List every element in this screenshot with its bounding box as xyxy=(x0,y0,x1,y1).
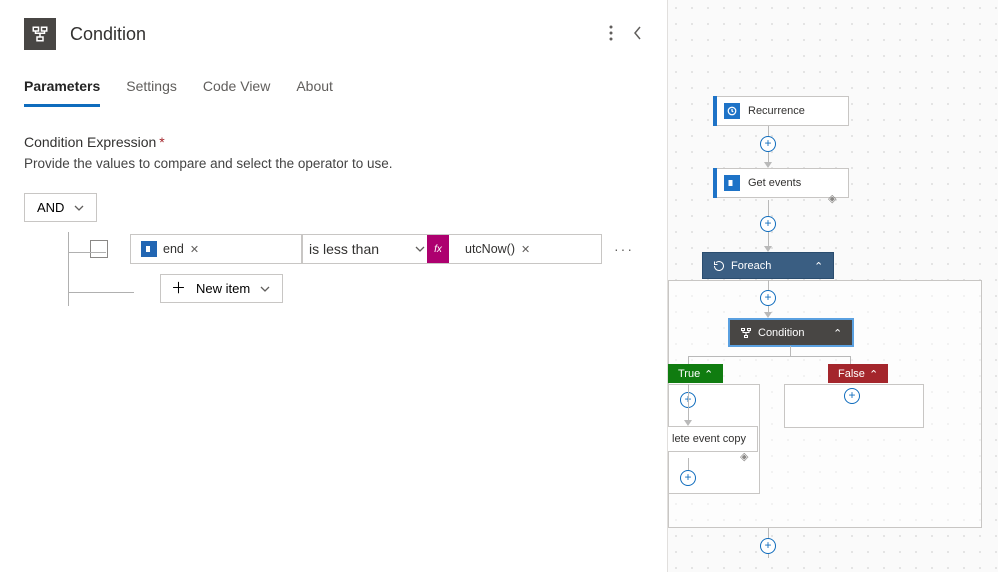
collapse-icon: ⌄ xyxy=(869,367,878,380)
branch-true-text: True xyxy=(678,368,700,380)
left-operand-input[interactable]: end ✕ xyxy=(130,234,302,264)
node-foreach[interactable]: Foreach ⌄ xyxy=(702,252,834,279)
tab-parameters[interactable]: Parameters xyxy=(24,78,100,107)
add-step-button[interactable]: + xyxy=(680,470,696,486)
node-condition[interactable]: Condition ⌄ xyxy=(728,318,854,347)
node-foreach-label: Foreach xyxy=(731,260,771,272)
flow-canvas[interactable]: Recurrence + Get events ◈ + Foreach ⌄ + … xyxy=(668,0,998,572)
connector-line xyxy=(688,356,850,357)
add-step-button[interactable]: + xyxy=(760,136,776,152)
section-description: Provide the values to compare and select… xyxy=(24,156,643,171)
peek-icon[interactable]: ◈ xyxy=(740,450,748,463)
chevron-down-icon xyxy=(415,246,425,252)
node-recurrence[interactable]: Recurrence xyxy=(713,96,849,126)
plus-icon: ＋ xyxy=(171,283,186,295)
more-options-icon[interactable] xyxy=(609,25,613,44)
section-label: Condition Expression* xyxy=(24,134,643,150)
chevron-down-icon xyxy=(260,286,270,292)
row-select-checkbox[interactable] xyxy=(90,240,108,258)
tabs-bar: Parameters Settings Code View About xyxy=(24,78,643,108)
connector-line xyxy=(688,356,689,364)
condition-icon xyxy=(740,327,752,339)
remove-left-token-icon[interactable]: ✕ xyxy=(190,243,199,256)
new-item-label: New item xyxy=(196,281,250,296)
group-operator-label: AND xyxy=(37,200,64,215)
condition-icon xyxy=(24,18,56,50)
add-step-button[interactable]: + xyxy=(760,290,776,306)
node-recurrence-label: Recurrence xyxy=(748,105,805,117)
section-label-text: Condition Expression xyxy=(24,134,156,150)
row-more-options-icon[interactable]: ··· xyxy=(614,241,634,257)
tab-code-view[interactable]: Code View xyxy=(203,78,270,107)
connector-line xyxy=(850,356,851,364)
panel-title: Condition xyxy=(70,24,146,45)
foreach-icon xyxy=(713,260,725,272)
peek-icon[interactable]: ◈ xyxy=(828,192,836,205)
panel-header: Condition xyxy=(24,18,643,50)
node-delete-event-label: lete event copy xyxy=(672,433,746,445)
tab-about[interactable]: About xyxy=(296,78,333,107)
required-indicator: * xyxy=(159,134,164,150)
collapse-icon: ⌄ xyxy=(704,367,713,380)
collapse-icon[interactable]: ⌄ xyxy=(833,326,842,339)
recurrence-icon xyxy=(724,103,740,119)
dynamic-token-end[interactable]: end ✕ xyxy=(137,239,203,259)
operator-dropdown[interactable]: is less than xyxy=(302,234,432,264)
branch-false-text: False xyxy=(838,368,865,380)
tab-settings[interactable]: Settings xyxy=(126,78,177,107)
remove-right-token-icon[interactable]: ✕ xyxy=(521,243,530,256)
expression-token-utcnow[interactable]: utcNow() ✕ xyxy=(461,240,534,258)
tree-lines: end ✕ is less than fx utcNow() ✕ ··· xyxy=(48,234,643,303)
node-delete-event[interactable]: lete event copy xyxy=(668,426,758,452)
connector-line xyxy=(688,384,689,422)
branch-true-label[interactable]: True ⌄ xyxy=(668,364,723,383)
group-operator-dropdown[interactable]: AND xyxy=(24,193,97,222)
fx-icon: fx xyxy=(427,235,449,263)
operator-text: is less than xyxy=(309,241,379,257)
node-get-events-label: Get events xyxy=(748,177,801,189)
outlook-icon xyxy=(724,175,740,191)
chevron-down-icon xyxy=(74,205,84,211)
new-item-button[interactable]: ＋ New item xyxy=(160,274,283,303)
right-token-text: utcNow() xyxy=(465,242,515,256)
branch-false-label[interactable]: False ⌄ xyxy=(828,364,888,383)
left-token-text: end xyxy=(163,242,184,256)
outlook-icon xyxy=(141,241,157,257)
condition-row: end ✕ is less than fx utcNow() ✕ ··· xyxy=(90,234,643,264)
collapse-panel-icon[interactable] xyxy=(633,25,643,44)
right-operand-input[interactable]: fx utcNow() ✕ xyxy=(432,234,602,264)
add-step-button[interactable]: + xyxy=(844,388,860,404)
collapse-icon[interactable]: ⌄ xyxy=(814,259,823,272)
condition-editor-panel: Condition Parameters Settings Code View … xyxy=(0,0,668,572)
add-step-button[interactable]: + xyxy=(760,538,776,554)
add-step-button[interactable]: + xyxy=(760,216,776,232)
node-condition-label: Condition xyxy=(758,327,804,339)
connector-line xyxy=(790,346,791,356)
